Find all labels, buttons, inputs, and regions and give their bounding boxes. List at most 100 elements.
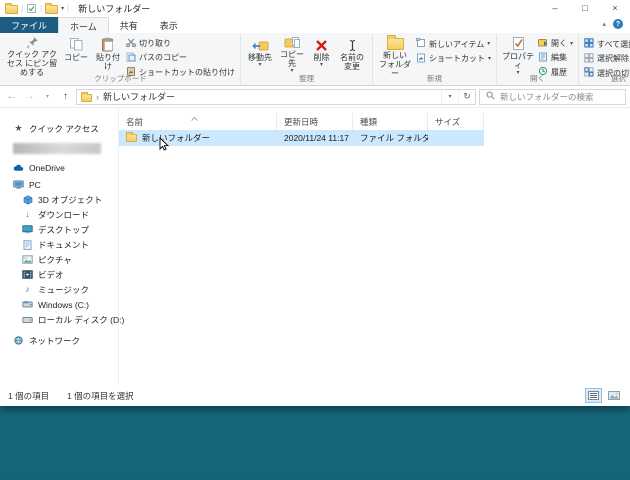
file-row-selected[interactable]: 新しいフォルダー 2020/11/24 11:17 ファイル フォルダー xyxy=(119,130,484,146)
column-headers: 名前 更新日時 種類 サイズ xyxy=(119,113,630,130)
new-shortcut-label: ショートカット xyxy=(429,53,485,64)
open-icon xyxy=(538,38,548,49)
title-bar: | | ▾ | 新しいフォルダー – □ × xyxy=(0,0,630,17)
close-button[interactable]: × xyxy=(600,0,630,17)
view-details-button[interactable] xyxy=(585,388,602,403)
up-icon[interactable]: ↑ xyxy=(58,92,73,102)
rename-button[interactable]: 名前の変更 xyxy=(335,35,369,75)
address-folder-icon xyxy=(81,94,92,102)
ribbon-group-new: 新しい フォルダー 新しいアイテム ▾ ショートカット ▾ xyxy=(373,34,497,85)
drive-c-icon xyxy=(22,299,33,310)
open-caret-icon: ▾ xyxy=(570,41,573,47)
sidebar-item-downloads[interactable]: ↓ ダウンロード xyxy=(0,207,118,222)
qat-dropdown-icon[interactable]: ▾ xyxy=(61,5,64,12)
copy-to-icon xyxy=(284,36,300,49)
properties-button[interactable]: プロパティ ▾ xyxy=(500,35,536,75)
sidebar-item-pictures[interactable]: ピクチャ xyxy=(0,252,118,267)
new-item-button[interactable]: 新しいアイテム ▾ xyxy=(414,38,493,50)
qat-separator: | xyxy=(21,4,23,13)
sidebar-item-onedrive[interactable]: OneDrive xyxy=(0,160,118,175)
copy-path-button[interactable]: パスのコピー xyxy=(124,52,237,64)
properties-icon xyxy=(512,36,525,51)
videos-icon xyxy=(22,269,33,280)
maximize-button[interactable]: □ xyxy=(570,0,600,17)
address-dropdown-icon[interactable]: ▾ xyxy=(441,90,458,104)
ribbon-group-open: プロパティ ▾ 開く ▾ 編集 xyxy=(497,34,579,85)
sidebar-item-documents[interactable]: ドキュメント xyxy=(0,237,118,252)
view-large-icons-button[interactable] xyxy=(605,388,622,403)
sidebar-label: ビデオ xyxy=(38,269,64,281)
sidebar-item-redacted[interactable] xyxy=(13,143,101,154)
back-icon[interactable]: ← xyxy=(4,92,19,102)
tab-home[interactable]: ホーム xyxy=(58,17,109,33)
file-modified: 2020/11/24 11:17 xyxy=(277,130,353,146)
search-box[interactable]: 新しいフォルダーの検索 xyxy=(479,89,626,105)
qat-properties-icon[interactable] xyxy=(26,3,37,14)
qat-separator2: | xyxy=(40,4,42,13)
sidebar-item-music[interactable]: ♪ ミュージック xyxy=(0,282,118,297)
3d-objects-icon xyxy=(22,194,33,205)
file-name: 新しいフォルダー xyxy=(142,132,210,144)
open-label: 開く xyxy=(551,38,567,49)
refresh-icon[interactable]: ↻ xyxy=(458,90,475,104)
sidebar-item-network[interactable]: ネットワーク xyxy=(0,333,118,348)
copy-button[interactable]: コピー xyxy=(60,35,92,75)
address-box[interactable]: › 新しいフォルダー ▾ ↻ xyxy=(76,89,476,105)
sidebar-item-desktop[interactable]: デスクトップ xyxy=(0,222,118,237)
new-shortcut-button[interactable]: ショートカット ▾ xyxy=(414,53,493,65)
sidebar-label: PC xyxy=(29,180,41,190)
ribbon-group-organize: 移動先 ▾ コピー先 ▾ 削除 ▾ 名前の変更 xyxy=(241,34,373,85)
select-all-label: すべて選択 xyxy=(597,39,630,50)
new-folder-button[interactable]: 新しい フォルダー xyxy=(376,35,414,75)
tab-share[interactable]: 共有 xyxy=(109,17,149,33)
cut-button[interactable]: 切り取り xyxy=(124,38,237,49)
select-all-button[interactable]: すべて選択 xyxy=(582,38,630,50)
qat-new-folder-icon[interactable] xyxy=(45,5,58,14)
sidebar-item-windows-c[interactable]: Windows (C:) xyxy=(0,297,118,312)
copy-path-icon xyxy=(126,52,136,64)
sidebar-item-quick-access[interactable]: ★ クイック アクセス xyxy=(0,121,118,136)
forward-icon[interactable]: → xyxy=(22,92,37,102)
explorer-window: | | ▾ | 新しいフォルダー – □ × ファイル ホーム 共有 表示 ▴ … xyxy=(0,0,630,406)
organize-group-label: 整理 xyxy=(241,73,372,84)
sidebar-item-pc[interactable]: PC xyxy=(0,177,118,192)
move-to-icon xyxy=(252,36,269,52)
sidebar-item-3d-objects[interactable]: 3D オブジェクト xyxy=(0,192,118,207)
collapse-ribbon-icon[interactable]: ▴ xyxy=(602,20,606,28)
minimize-button[interactable]: – xyxy=(540,0,570,17)
column-header-size[interactable]: サイズ xyxy=(428,113,484,130)
quick-access-icon: ★ xyxy=(13,123,24,134)
pin-icon xyxy=(26,36,39,49)
edit-button[interactable]: 編集 xyxy=(536,52,575,64)
sort-indicator-icon xyxy=(191,113,198,123)
status-bar: 1 個の項目 1 個の項目を選択 xyxy=(0,385,630,406)
sidebar-item-local-disk-d[interactable]: ローカル ディスク (D:) xyxy=(0,312,118,327)
copy-to-button[interactable]: コピー先 ▾ xyxy=(276,35,308,75)
sidebar-label: クイック アクセス xyxy=(29,123,99,135)
breadcrumb-path[interactable]: 新しいフォルダー xyxy=(103,90,175,103)
sidebar-label: ドキュメント xyxy=(38,239,89,251)
sidebar-label: デスクトップ xyxy=(38,224,89,236)
search-icon xyxy=(486,91,495,102)
delete-button[interactable]: 削除 ▾ xyxy=(308,35,335,75)
column-header-type[interactable]: 種類 xyxy=(353,113,428,130)
select-none-button[interactable]: 選択解除 xyxy=(582,53,630,65)
move-to-button[interactable]: 移動先 ▾ xyxy=(244,35,276,75)
tab-view[interactable]: 表示 xyxy=(149,17,189,33)
sidebar-item-videos[interactable]: ビデオ xyxy=(0,267,118,282)
column-header-name[interactable]: 名前 xyxy=(119,113,277,130)
copy-icon xyxy=(69,36,84,52)
move-to-label: 移動先 xyxy=(248,53,272,62)
open-button[interactable]: 開く ▾ xyxy=(536,38,575,49)
new-item-label: 新しいアイテム xyxy=(429,39,484,50)
pin-to-quick-access-button[interactable]: クイック アクセス にピン留めする xyxy=(4,35,60,75)
new-item-caret-icon: ▾ xyxy=(487,41,490,47)
column-header-modified[interactable]: 更新日時 xyxy=(277,113,353,130)
recent-locations-icon[interactable]: ▾ xyxy=(40,94,55,100)
tab-file[interactable]: ファイル xyxy=(0,17,58,33)
paste-button[interactable]: 貼り付け xyxy=(92,35,124,75)
new-shortcut-caret-icon: ▾ xyxy=(488,56,491,62)
file-size xyxy=(428,130,484,146)
pc-icon xyxy=(13,179,24,190)
help-icon[interactable]: ? xyxy=(613,19,623,29)
